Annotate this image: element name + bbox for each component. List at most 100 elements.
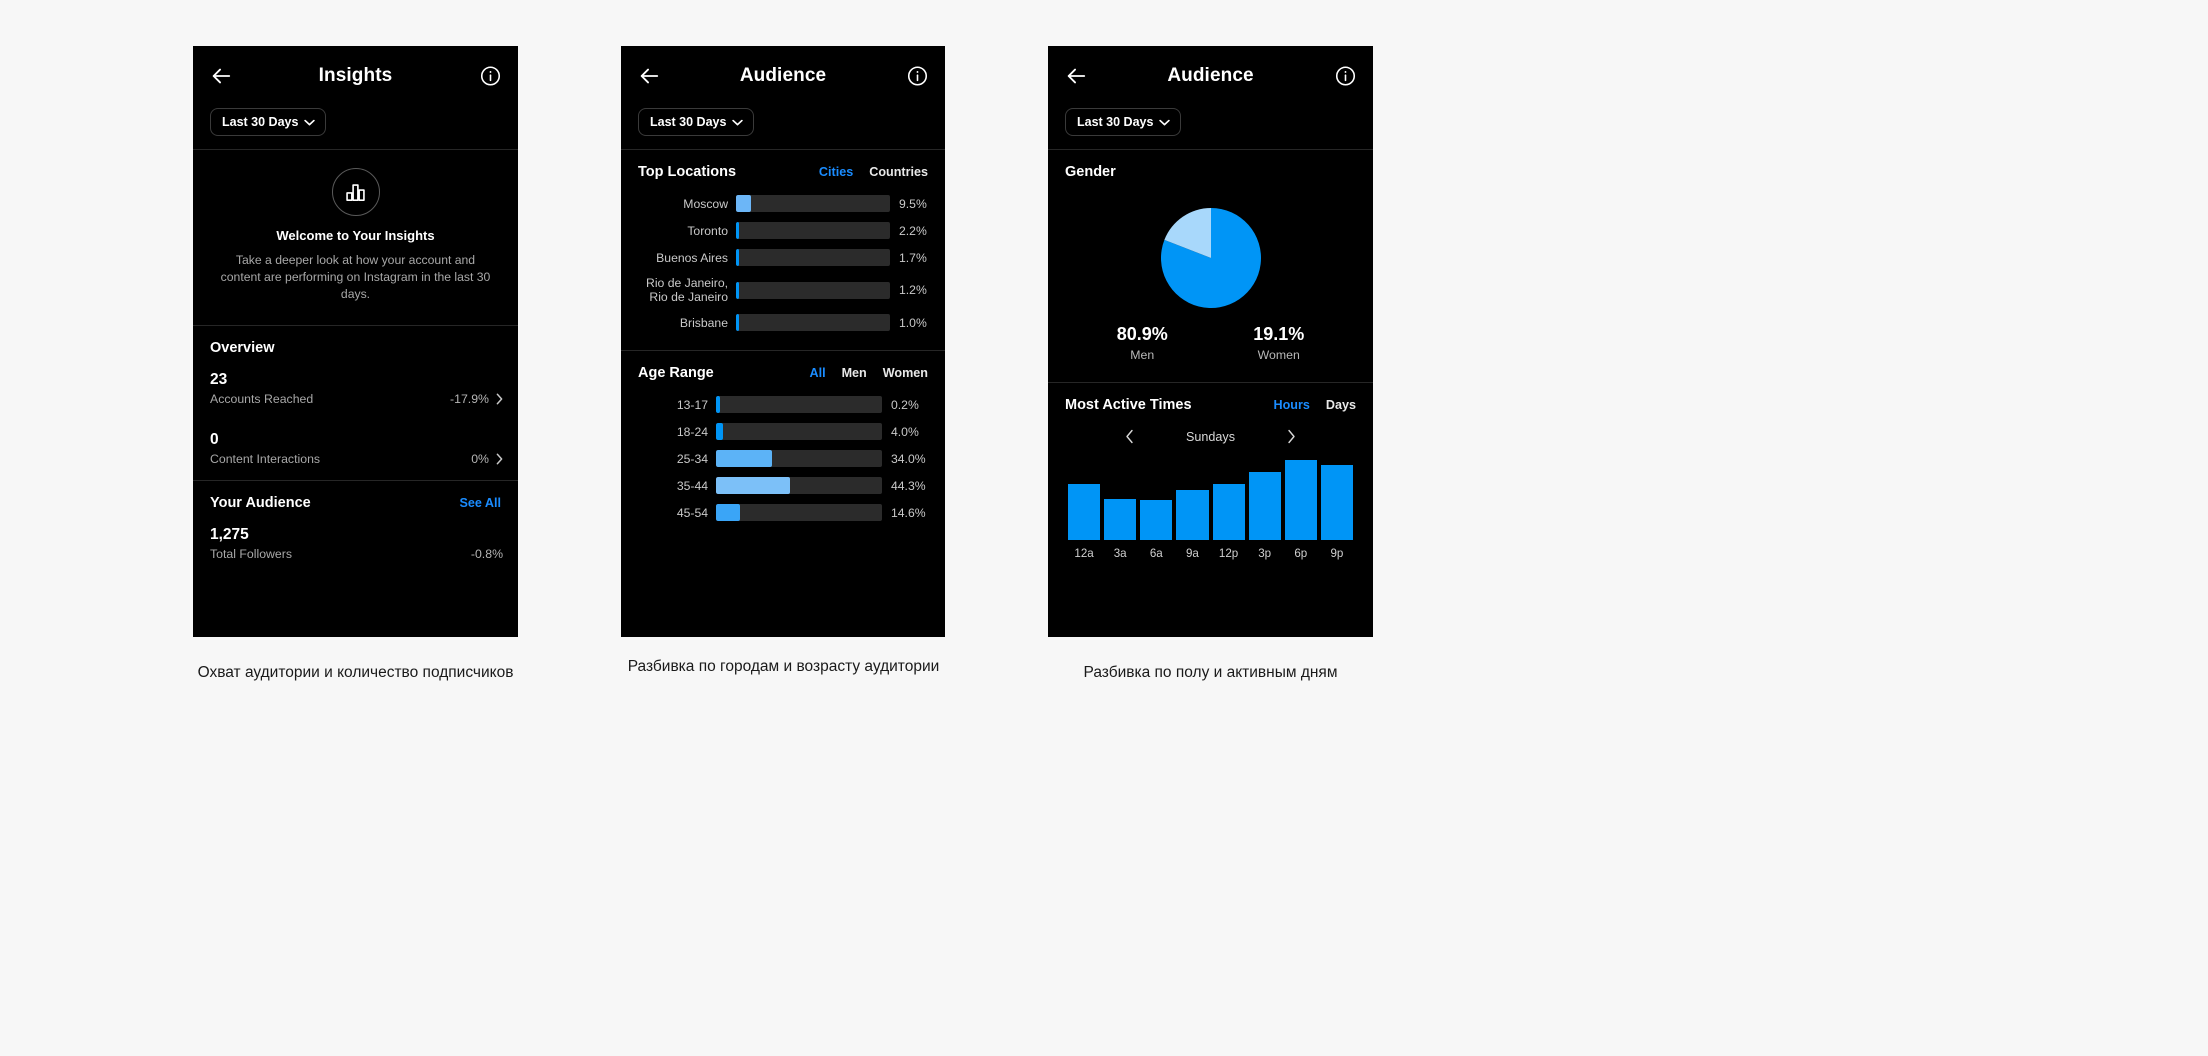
hour-bar — [1248, 471, 1281, 540]
bar-fill — [716, 504, 741, 521]
hour-tick-label: 6a — [1149, 547, 1163, 560]
pie-chart — [1048, 208, 1373, 308]
bar-fill — [736, 249, 740, 266]
header-audience: Audience — [1048, 46, 1373, 106]
chevron-right-icon — [1288, 429, 1295, 444]
date-range-selector[interactable]: Last 30 Days — [638, 108, 755, 136]
date-range-selector[interactable]: Last 30 Days — [210, 108, 327, 136]
bar-value: 44.3% — [891, 478, 926, 493]
page-root: Insights Last 30 Days Welcome to Your In… — [0, 0, 2208, 1056]
age-tabs: All Men Women — [809, 366, 928, 380]
stat-meta: -0.8% — [471, 547, 503, 563]
bar-row: Rio de Janeiro, Rio de Janeiro 1.2% — [621, 271, 945, 309]
info-circle-icon[interactable] — [1335, 66, 1356, 87]
tab-women[interactable]: Women — [883, 366, 928, 380]
bar-fill — [736, 281, 740, 299]
page-title: Insights — [318, 65, 393, 86]
section-title: Top Locations — [638, 164, 737, 180]
date-range-label: Last 30 Days — [650, 115, 727, 129]
bar-value: 0.2% — [891, 397, 919, 412]
hour-column — [1176, 460, 1209, 540]
bar-value: 14.6% — [891, 505, 926, 520]
bar-row: Brisbane 1.0% — [621, 309, 945, 336]
bar-row: 35-44 44.3% — [621, 472, 945, 499]
section-title: Most Active Times — [1065, 397, 1192, 413]
hour-bar — [1320, 465, 1353, 540]
arrow-left-icon[interactable] — [638, 65, 660, 87]
arrow-left-icon[interactable] — [210, 65, 232, 87]
hour-column — [1068, 460, 1101, 540]
age-range-chart: 13-17 0.2% 18-24 4.0% 25-34 34.0% 35-44 44.3% 45… — [621, 385, 945, 540]
date-range-selector[interactable]: Last 30 Days — [1065, 108, 1182, 136]
tab-all[interactable]: All — [809, 366, 825, 380]
bar-label: 18-24 — [676, 424, 708, 439]
section-title: Age Range — [638, 365, 714, 381]
bar-value: 1.7% — [899, 250, 927, 265]
hour-column — [1284, 460, 1317, 540]
bar-row: Moscow 9.5% — [621, 190, 945, 217]
bar-label: Moscow — [683, 196, 728, 211]
hour-column — [1248, 460, 1281, 540]
bar-row: 45-54 14.6% — [621, 499, 945, 526]
stat-label: Content Interactions — [210, 452, 321, 466]
active-times-header: Most Active Times Hours Days — [1048, 383, 1373, 417]
stat-row-accounts-reached[interactable]: 23 Accounts Reached -17.9% — [193, 360, 518, 420]
bar-track — [736, 195, 890, 212]
legend-label: Men — [1130, 348, 1155, 362]
bar-fill — [736, 222, 740, 239]
hour-tick-label: 9a — [1185, 547, 1199, 560]
tab-countries[interactable]: Countries — [869, 165, 928, 179]
bar-track — [736, 222, 890, 239]
hour-bar — [1284, 460, 1317, 540]
bar-label: 13-17 — [676, 397, 708, 412]
day-navigator: Sundays — [1048, 417, 1373, 450]
info-circle-icon[interactable] — [480, 66, 501, 87]
page-title: Audience — [739, 65, 827, 86]
stat-delta: 0% — [471, 452, 489, 466]
stat-text: 23 Accounts Reached — [210, 370, 313, 408]
info-circle-icon[interactable] — [907, 66, 928, 87]
legend-label: Women — [1257, 348, 1300, 362]
welcome-title: Welcome to Your Insights — [276, 228, 435, 243]
hour-bar — [1176, 490, 1209, 540]
legend-value: 19.1% — [1253, 324, 1305, 344]
bar-label: 45-54 — [676, 505, 708, 520]
stat-text: 0 Content Interactions — [210, 430, 320, 468]
age-range-header: Age Range All Men Women — [621, 351, 945, 385]
chevron-down-icon — [732, 119, 744, 125]
bar-fill — [736, 314, 740, 331]
section-title: Overview — [210, 340, 275, 356]
hour-bar — [1140, 500, 1173, 540]
chevron-right-icon — [496, 393, 503, 405]
caption-three: Разбивка по полу и активным дням — [1083, 664, 1338, 681]
bar-label: 35-44 — [676, 478, 708, 493]
bar-fill — [716, 450, 773, 467]
bar-label: 25-34 — [676, 451, 708, 466]
stat-row-content-interactions[interactable]: 0 Content Interactions 0% — [193, 420, 518, 480]
legend-item-women: 19.1% Women — [1253, 322, 1304, 364]
stat-row-total-followers[interactable]: 1,275 Total Followers -0.8% — [193, 515, 518, 575]
tab-hours[interactable]: Hours — [1274, 398, 1310, 412]
hour-tick-label: 3p — [1258, 547, 1272, 560]
tab-cities[interactable]: Cities — [819, 165, 853, 179]
section-title: Gender — [1065, 164, 1116, 180]
stat-meta: 0% — [471, 452, 503, 468]
header-audience: Audience — [621, 46, 945, 106]
tab-days[interactable]: Days — [1326, 398, 1356, 412]
bar-label: Brisbane — [679, 315, 728, 330]
bar-row: Buenos Aires 1.7% — [621, 244, 945, 271]
gender-legend: 80.9% Men 19.1% Women — [1048, 322, 1373, 364]
bar-track — [716, 396, 882, 413]
bar-value: 1.0% — [899, 315, 927, 330]
bar-track — [736, 314, 890, 331]
welcome-card: Welcome to Your Insights Take a deeper l… — [193, 150, 518, 325]
date-range-row: Last 30 Days — [621, 106, 945, 149]
page-title: Audience — [1167, 65, 1254, 86]
bar-label: Toronto — [687, 223, 728, 238]
arrow-left-icon[interactable] — [1065, 65, 1087, 87]
see-all-link[interactable]: See All — [459, 496, 501, 510]
hour-column — [1212, 460, 1245, 540]
tab-men[interactable]: Men — [842, 366, 867, 380]
locations-tabs: Cities Countries — [819, 165, 928, 179]
bar-fill — [716, 477, 790, 494]
